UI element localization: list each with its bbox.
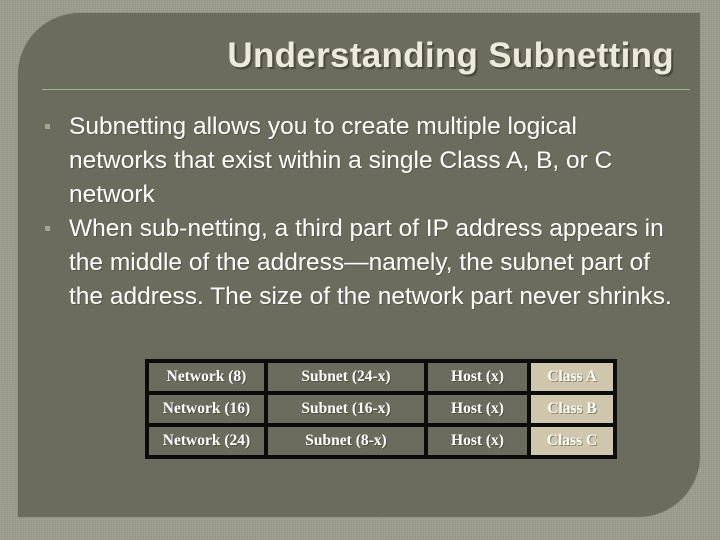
subnet-structure-table-wrapper: Network (8) Subnet (24-x) Host (x) Class… bbox=[145, 359, 617, 459]
square-bullet-icon bbox=[45, 124, 50, 129]
cell-subnet: Subnet (24-x) bbox=[266, 361, 426, 393]
slide-title-area: Understanding Subnetting bbox=[18, 34, 692, 90]
cell-host: Host (x) bbox=[426, 393, 529, 425]
square-bullet-icon bbox=[45, 226, 50, 231]
list-item: Subnetting allows you to create multiple… bbox=[40, 110, 678, 212]
table-row: Network (16) Subnet (16-x) Host (x) Clas… bbox=[147, 393, 615, 425]
cell-class: Class B bbox=[529, 393, 615, 425]
list-item: When sub-netting, a third part of IP add… bbox=[40, 212, 678, 314]
cell-network: Network (24) bbox=[147, 425, 266, 457]
title-divider bbox=[42, 89, 690, 90]
table-row: Network (24) Subnet (8-x) Host (x) Class… bbox=[147, 425, 615, 457]
cell-host: Host (x) bbox=[426, 361, 529, 393]
bullet-text: When sub-netting, a third part of IP add… bbox=[69, 215, 672, 310]
table-row: Network (8) Subnet (24-x) Host (x) Class… bbox=[147, 361, 615, 393]
cell-host: Host (x) bbox=[426, 425, 529, 457]
cell-network: Network (16) bbox=[147, 393, 266, 425]
cell-subnet: Subnet (8-x) bbox=[266, 425, 426, 457]
cell-network: Network (8) bbox=[147, 361, 266, 393]
cell-subnet: Subnet (16-x) bbox=[266, 393, 426, 425]
slide-body: Subnetting allows you to create multiple… bbox=[40, 110, 678, 314]
cell-class: Class C bbox=[529, 425, 615, 457]
subnet-structure-table: Network (8) Subnet (24-x) Host (x) Class… bbox=[145, 359, 617, 459]
bullet-text: Subnetting allows you to create multiple… bbox=[69, 113, 613, 208]
presentation-slide: Understanding Subnetting Subnetting allo… bbox=[0, 0, 720, 540]
cell-class: Class A bbox=[529, 361, 615, 393]
page-title: Understanding Subnetting bbox=[227, 36, 674, 75]
